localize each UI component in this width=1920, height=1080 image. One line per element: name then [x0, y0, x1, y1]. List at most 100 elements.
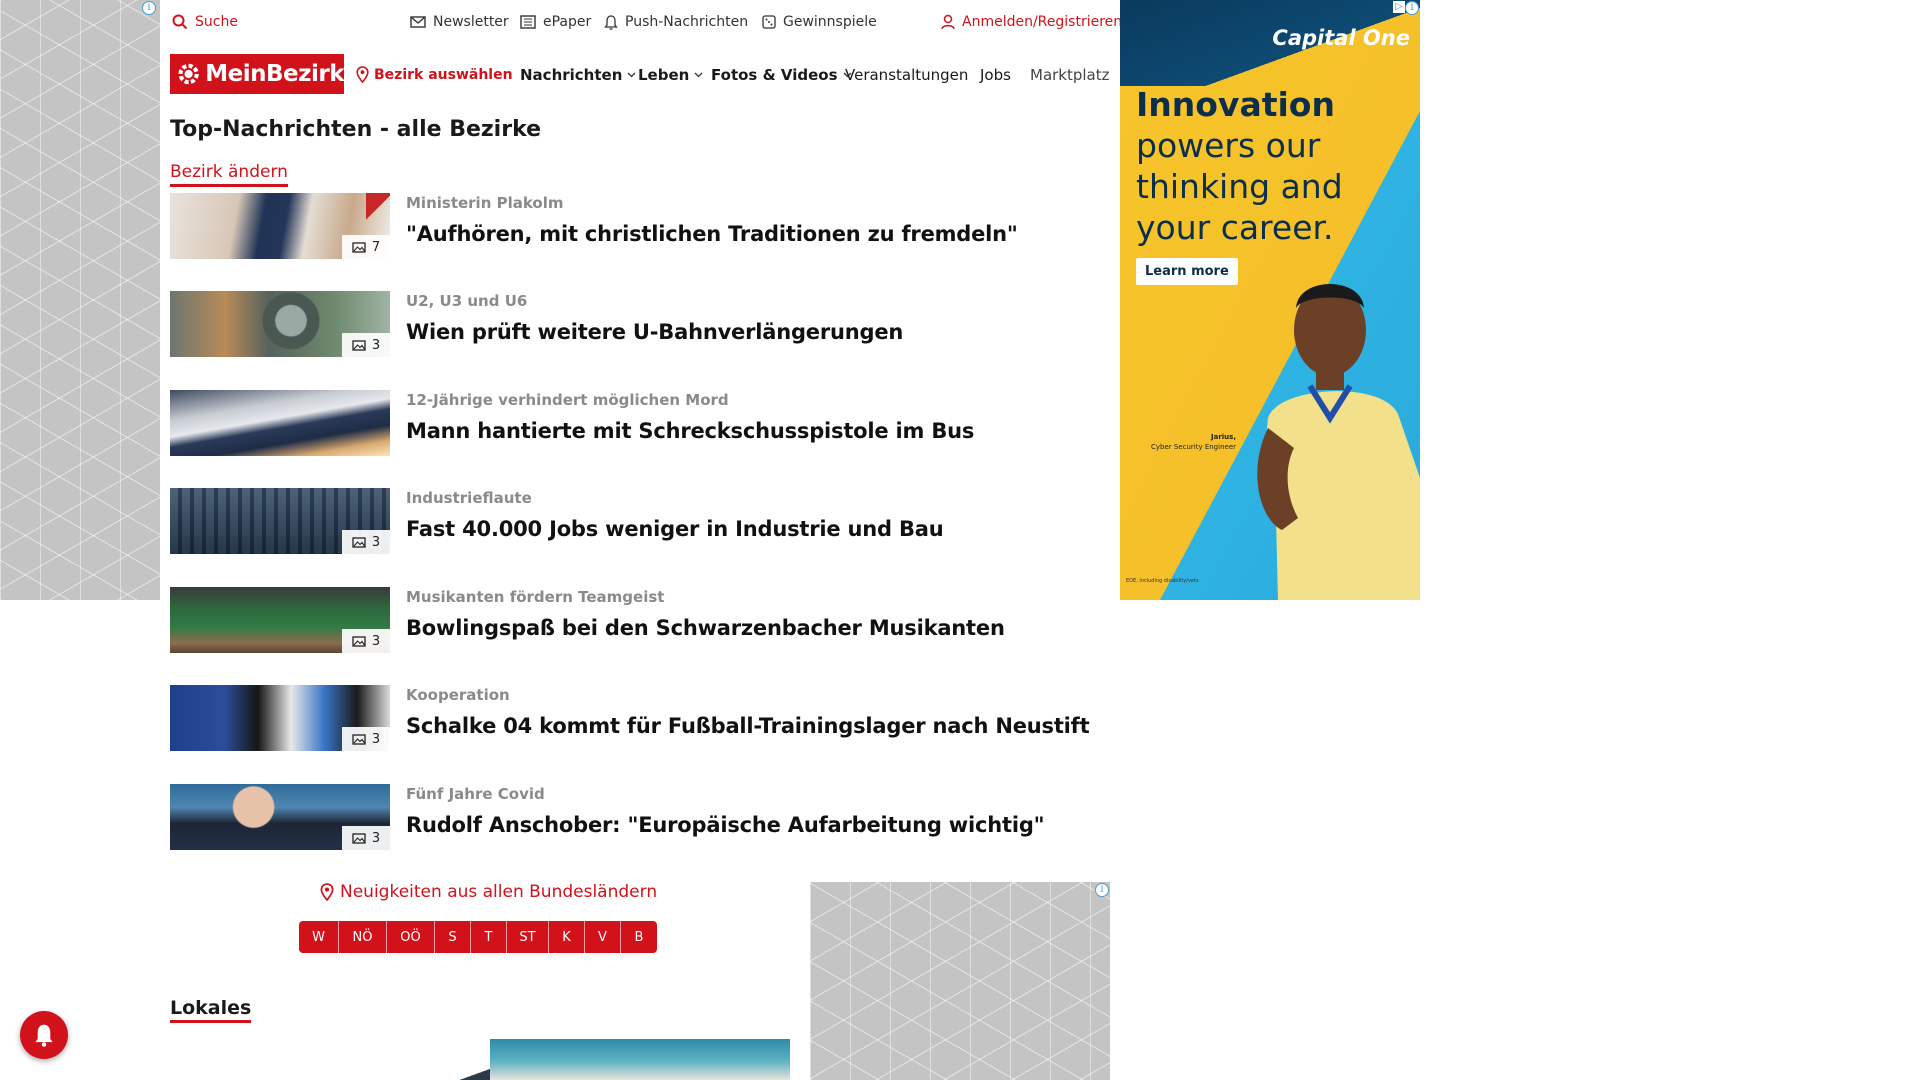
article-item[interactable]: 3 Fünf Jahre Covid Rudolf Anschober: "Eu…: [170, 784, 1110, 850]
article-thumbnail[interactable]: [170, 390, 390, 456]
article-headline[interactable]: Mann hantierte mit Schreckschusspistole …: [406, 419, 974, 443]
search-link[interactable]: Suche: [172, 14, 238, 30]
page-content: Suche Newsletter ePaper Push-Nachrichten…: [160, 0, 1122, 1080]
state-button-noe[interactable]: NÖ: [339, 921, 387, 953]
article-headline[interactable]: Bowlingspaß bei den Schwarzenbacher Musi…: [406, 616, 1005, 640]
ad-info-icon[interactable]: i: [1095, 883, 1109, 897]
newspaper-icon: [520, 15, 536, 29]
state-button-k[interactable]: K: [549, 921, 585, 953]
state-button-s[interactable]: S: [435, 921, 471, 953]
nav-fotos-videos[interactable]: Fotos & Videos: [711, 66, 852, 84]
push-label: Push-Nachrichten: [625, 14, 749, 30]
photo-count: 3: [371, 633, 381, 649]
article-item[interactable]: 7 Ministerin Plakolm "Aufhören, mit chri…: [170, 193, 1110, 259]
gewinnspiele-link[interactable]: Gewinnspiele: [762, 14, 877, 30]
article-thumbnail[interactable]: 3: [170, 685, 390, 751]
article-item[interactable]: 3 Kooperation Schalke 04 kommt für Fußba…: [170, 685, 1110, 751]
state-button-st[interactable]: ST: [507, 921, 549, 953]
nav-leben-label: Leben: [638, 66, 690, 84]
epaper-link[interactable]: ePaper: [520, 14, 591, 30]
all-states-link[interactable]: Neuigkeiten aus allen Bundesländern: [320, 882, 657, 902]
state-button-b[interactable]: B: [621, 921, 657, 953]
chevron-down-icon: [627, 72, 636, 78]
epaper-label: ePaper: [543, 14, 592, 30]
ad-info-icon[interactable]: i: [142, 1, 156, 15]
lokales-thumbnail[interactable]: [490, 1039, 790, 1080]
bell-icon: [604, 14, 618, 30]
photo-count: 3: [371, 731, 381, 747]
article-thumbnail[interactable]: 3: [170, 587, 390, 653]
article-kicker: U2, U3 und U6: [406, 292, 528, 310]
ad-disclaimer: EOE, including disability/vets: [1126, 578, 1199, 584]
push-link[interactable]: Push-Nachrichten: [604, 14, 748, 30]
article-headline[interactable]: Wien prüft weitere U-Bahnverlängerungen: [406, 320, 903, 344]
article-item[interactable]: 12-Jährige verhindert möglichen Mord Man…: [170, 390, 1110, 456]
page-title: Top-Nachrichten - alle Bezirke: [170, 117, 542, 142]
state-button-t[interactable]: T: [471, 921, 507, 953]
gewinnspiele-label: Gewinnspiele: [783, 14, 877, 30]
photo-count: 3: [371, 830, 381, 846]
ad-info-icon[interactable]: i: [1405, 1, 1419, 15]
article-kicker: 12-Jährige verhindert möglichen Mord: [406, 391, 729, 409]
photo-count: 7: [371, 239, 381, 255]
article-headline[interactable]: Rudolf Anschober: "Europäische Aufarbeit…: [406, 813, 1045, 837]
article-kicker: Musikanten fördern Teamgeist: [406, 588, 665, 606]
newsletter-label: Newsletter: [433, 14, 509, 30]
search-label: Suche: [195, 14, 238, 30]
gallery-icon: [352, 733, 366, 745]
state-button-ooe[interactable]: OÖ: [387, 921, 435, 953]
article-kicker: Fünf Jahre Covid: [406, 785, 545, 803]
change-bezirk-link[interactable]: Bezirk ändern: [170, 162, 288, 187]
ad-person-caption: Jarius, Cyber Security Engineer: [1136, 432, 1236, 452]
site-logo[interactable]: MeinBezirk: [170, 54, 344, 94]
nav-nachrichten[interactable]: Nachrichten: [520, 66, 636, 84]
notification-bell-button[interactable]: [20, 1011, 68, 1059]
chevron-down-icon: [694, 72, 703, 78]
bezirk-select[interactable]: Bezirk auswählen: [356, 66, 513, 83]
mail-icon: [410, 16, 426, 28]
utility-bar: Suche Newsletter ePaper Push-Nachrichten…: [160, 0, 1122, 46]
photo-count-badge: 3: [342, 826, 390, 850]
nav-veranstaltungen[interactable]: Veranstaltungen: [845, 66, 968, 84]
state-button-v[interactable]: V: [585, 921, 621, 953]
ad-brand-logo: Capital One: [1272, 26, 1410, 50]
newsletter-link[interactable]: Newsletter: [410, 14, 509, 30]
article-kicker: Kooperation: [406, 686, 510, 704]
article-thumbnail[interactable]: 3: [170, 291, 390, 357]
nav-jobs-label: Jobs: [980, 66, 1011, 84]
logo-text: MeinBezirk: [205, 61, 344, 87]
article-headline[interactable]: Schalke 04 kommt für Fußball-Trainingsla…: [406, 714, 1090, 738]
article-thumbnail[interactable]: 3: [170, 784, 390, 850]
nav-marktplatz[interactable]: Marktplatz: [1030, 66, 1110, 84]
login-link[interactable]: Anmelden/Registrieren: [941, 14, 1122, 30]
article-thumbnail[interactable]: 3: [170, 488, 390, 554]
article-item[interactable]: 3 Musikanten fördern Teamgeist Bowlingsp…: [170, 587, 1110, 653]
state-button-w[interactable]: W: [299, 921, 339, 953]
article-item[interactable]: 3 U2, U3 und U6 Wien prüft weitere U-Bah…: [170, 291, 1110, 357]
ad-person-image: [1257, 284, 1420, 600]
article-item[interactable]: 3 Industrieflaute Fast 40.000 Jobs wenig…: [170, 488, 1110, 554]
article-headline[interactable]: Fast 40.000 Jobs weniger in Industrie un…: [406, 517, 944, 541]
photo-count-badge: 7: [342, 235, 390, 259]
ad-learn-more-button[interactable]: Learn more: [1136, 258, 1238, 285]
user-icon: [941, 14, 955, 30]
right-ad-banner[interactable]: i ▷ Capital One Innovation powers our th…: [1120, 0, 1420, 600]
nav-jobs[interactable]: Jobs: [980, 66, 1011, 84]
search-icon: [172, 14, 188, 30]
nav-leben[interactable]: Leben: [638, 66, 703, 84]
lokales-heading: Lokales: [170, 997, 252, 1023]
ad-headline-bold: Innovation: [1136, 85, 1335, 124]
article-headline[interactable]: "Aufhören, mit christlichen Traditionen …: [406, 222, 1018, 246]
gallery-icon: [352, 536, 366, 548]
left-ad-banner[interactable]: i: [0, 0, 160, 600]
ad-headline: Innovation powers our thinking and your …: [1136, 84, 1406, 248]
ad-headline-rest: powers our thinking and your career.: [1136, 126, 1343, 247]
photo-count-badge: 3: [342, 530, 390, 554]
dice-icon: [762, 15, 776, 29]
article-thumbnail[interactable]: 7: [170, 193, 390, 259]
nav-veranstaltungen-label: Veranstaltungen: [845, 66, 969, 84]
inline-ad-banner[interactable]: i: [810, 882, 1110, 1080]
article-kicker: Industrieflaute: [406, 489, 532, 507]
bell-icon: [35, 1024, 53, 1047]
ad-choices-icon[interactable]: ▷: [1393, 1, 1405, 13]
